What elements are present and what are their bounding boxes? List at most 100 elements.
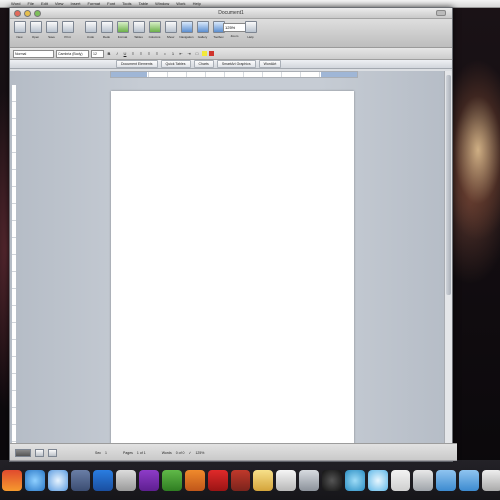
vertical-scrollbar[interactable] — [444, 71, 452, 444]
menu-font[interactable]: Font — [107, 1, 115, 6]
word-app-icon[interactable] — [93, 469, 114, 491]
aperture-icon[interactable] — [367, 469, 388, 491]
save-button[interactable]: Save — [45, 21, 58, 39]
pages-value: 1 of 1 — [136, 450, 146, 455]
itunes-cd-icon[interactable] — [344, 469, 365, 491]
align-center-icon[interactable]: ≡ — [138, 51, 144, 57]
redo-icon — [100, 21, 113, 33]
new-button[interactable]: New — [13, 21, 26, 39]
align-left-icon[interactable]: ≡ — [130, 51, 136, 57]
toolbar-toggle-icon[interactable] — [436, 10, 446, 16]
navigation-button[interactable]: Navigation — [179, 21, 194, 39]
menu-view[interactable]: View — [55, 1, 64, 6]
paintbrush-icon — [116, 21, 129, 33]
style-select[interactable]: Normal — [13, 49, 54, 58]
borders-icon[interactable]: □ — [194, 51, 200, 57]
zoom-icon[interactable] — [34, 9, 41, 17]
tab-smartart-graphics[interactable]: SmartArt Graphics — [216, 60, 256, 68]
calendar-icon[interactable] — [276, 469, 297, 491]
font-select[interactable]: Cambria (Body) — [56, 49, 89, 58]
columns-icon — [148, 21, 161, 33]
system-preferences-icon[interactable] — [299, 469, 320, 491]
menu-word[interactable]: Word — [11, 1, 20, 6]
tables-button[interactable]: Tables — [132, 21, 145, 39]
undo-icon — [84, 21, 97, 33]
dock — [0, 460, 500, 500]
sections-label: Sec — [95, 450, 102, 455]
left-margin-marker[interactable] — [111, 72, 147, 77]
preview-icon[interactable] — [116, 469, 137, 491]
excel-app-icon[interactable] — [162, 469, 182, 491]
bullets-icon[interactable]: • — [162, 51, 168, 57]
pdf-document-icon[interactable] — [230, 469, 251, 491]
justify-icon[interactable]: ≡ — [154, 51, 160, 57]
help-button[interactable]: Help — [244, 21, 257, 39]
highlight-color-icon[interactable] — [202, 51, 207, 56]
ichat-icon[interactable] — [47, 469, 68, 491]
bold-button[interactable]: B — [106, 51, 112, 57]
trash-icon[interactable] — [482, 469, 500, 491]
quicktime-icon[interactable] — [322, 469, 342, 491]
vertical-ruler[interactable] — [12, 85, 16, 445]
italic-button[interactable]: I — [114, 51, 120, 57]
menu-tools[interactable]: Tools — [122, 1, 131, 6]
textedit-icon[interactable] — [390, 469, 411, 491]
document-page[interactable] — [111, 91, 354, 444]
firefox-icon[interactable] — [2, 469, 22, 491]
format-button[interactable]: Format — [116, 21, 129, 39]
lamp-icon[interactable] — [413, 469, 434, 491]
sections-value: 1 — [105, 450, 107, 455]
folder-icon[interactable] — [436, 469, 457, 491]
safari-icon[interactable] — [24, 469, 45, 491]
menu-window[interactable]: Window — [155, 1, 169, 6]
font-color-icon[interactable] — [209, 51, 214, 56]
powerpoint-app-icon[interactable] — [184, 469, 205, 491]
minimize-icon[interactable] — [24, 9, 31, 17]
menu-format[interactable]: Format — [87, 1, 100, 6]
menu-table[interactable]: Table — [139, 1, 149, 6]
scrollbar-thumb[interactable] — [446, 75, 451, 295]
numbering-icon[interactable]: 1 — [170, 51, 176, 57]
font-size-select[interactable]: 12 — [91, 49, 104, 58]
menu-help[interactable]: Help — [193, 1, 201, 6]
menu-work[interactable]: Work — [176, 1, 185, 6]
outdent-icon[interactable]: ⇤ — [178, 51, 184, 57]
menu-edit[interactable]: Edit — [41, 1, 48, 6]
print-button[interactable]: Print — [61, 21, 74, 39]
print-layout-view-button[interactable] — [15, 448, 31, 457]
align-right-icon[interactable]: ≡ — [146, 51, 152, 57]
words-value: 0 of 0 — [175, 450, 185, 455]
acrobat-icon[interactable] — [207, 469, 228, 491]
tab-quick-tables[interactable]: Quick Tables — [160, 60, 191, 68]
zoom-field[interactable]: 125% — [223, 23, 246, 32]
show-button[interactable]: Show — [164, 21, 177, 39]
redo-button[interactable]: Redo — [100, 21, 113, 39]
underline-button[interactable]: U — [122, 51, 128, 57]
word-window: Document1 New Open Save Print Undo Redo … — [9, 7, 457, 462]
new-document-icon — [13, 21, 26, 33]
tab-charts[interactable]: Charts — [193, 60, 214, 68]
draft-view-button[interactable] — [35, 448, 44, 457]
title-bar[interactable]: Document1 — [10, 8, 452, 19]
photo-icon[interactable] — [70, 469, 91, 491]
columns-button[interactable]: Columns — [148, 21, 161, 39]
open-button[interactable]: Open — [29, 21, 42, 39]
status-bar: Sec 1 Pages 1 of 1 Words 0 of 0 ✓ 125% — [10, 443, 457, 461]
menu-file[interactable]: File — [27, 1, 33, 6]
outline-view-button[interactable] — [48, 448, 57, 457]
gallery-button[interactable]: Gallery — [196, 21, 209, 39]
gift-icon[interactable] — [253, 469, 274, 491]
close-icon[interactable] — [14, 9, 21, 17]
downloads-folder-icon[interactable] — [459, 469, 480, 491]
zoom-control[interactable]: 125% Zoom — [223, 21, 246, 38]
itunes-icon[interactable] — [139, 469, 160, 491]
status-zoom-value: 125% — [195, 450, 205, 455]
spellcheck-icon[interactable]: ✓ — [189, 451, 192, 455]
tab-document-elements[interactable]: Document Elements — [116, 60, 158, 68]
tab-wordart[interactable]: WordArt — [258, 60, 282, 68]
menu-insert[interactable]: Insert — [70, 1, 80, 6]
indent-icon[interactable]: ⇥ — [186, 51, 192, 57]
horizontal-ruler[interactable] — [110, 71, 358, 78]
right-margin-marker[interactable] — [321, 72, 357, 77]
undo-button[interactable]: Undo — [84, 21, 97, 39]
